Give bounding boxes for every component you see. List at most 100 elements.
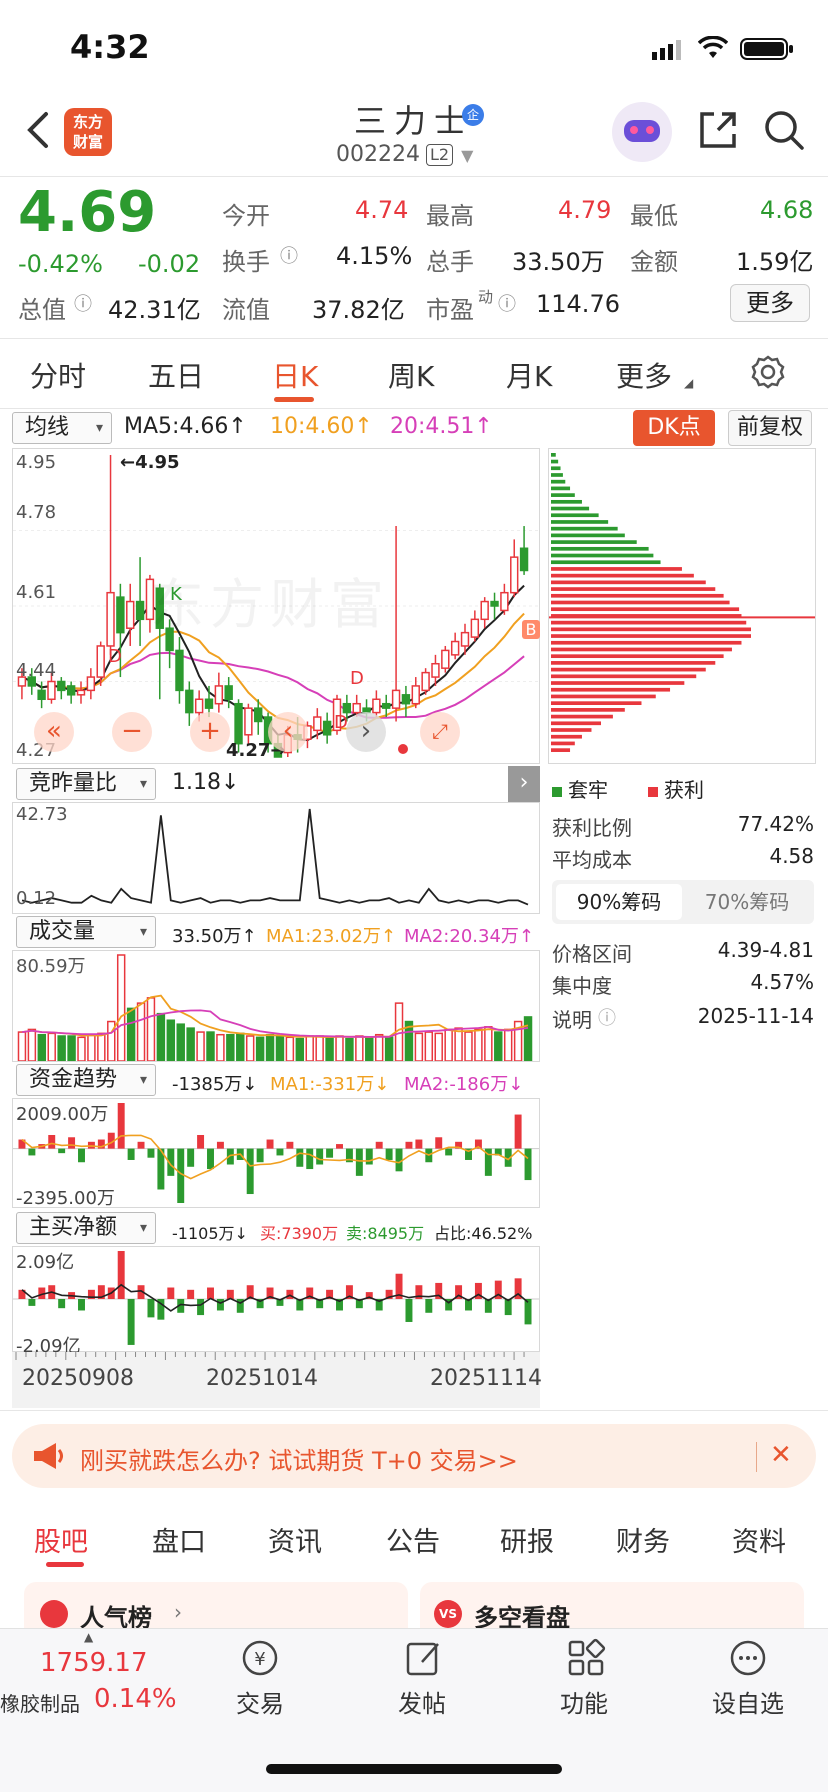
header-divider (0, 176, 828, 177)
volume-chart (12, 950, 540, 1062)
fund-trend-bar (256, 1148, 264, 1163)
net-buy-bar (286, 1289, 294, 1299)
net-buy-bar (405, 1299, 413, 1322)
tab-finance[interactable]: 财务 (616, 1520, 670, 1559)
assistant-avatar[interactable] (612, 102, 672, 162)
candle-body (460, 631, 470, 647)
tab-weekly-k[interactable]: 周K (388, 355, 434, 395)
volume-bar (126, 1007, 136, 1062)
volume-select[interactable]: 成交量 (16, 916, 156, 948)
ma20-value: 20:4.51↑ (390, 414, 493, 439)
dk-point-button[interactable]: DK点 (633, 410, 715, 446)
index-value[interactable]: 1759.17 (40, 1648, 148, 1678)
concentration-value: 4.57% (750, 970, 814, 994)
tab-minute[interactable]: 分时 (30, 355, 86, 395)
info-icon[interactable]: ⓘ (498, 290, 516, 316)
trade-label[interactable]: 交易 (210, 1684, 310, 1719)
promo-text[interactable]: 刚买就跌怎么办? 试试期货 T+0 交易>> (80, 1441, 518, 1476)
volume-bar (345, 1037, 354, 1062)
net-buy-select[interactable]: 主买净额 (16, 1212, 156, 1244)
volume-bar (285, 1036, 295, 1062)
ma-indicator-select[interactable]: 均线 (12, 412, 112, 444)
jzlb-select[interactable]: 竞昨量比 (16, 768, 156, 800)
fund-trend-select[interactable]: 资金趋势 (16, 1064, 156, 1096)
fund-trend-bar (147, 1148, 155, 1158)
zoom-out-icon[interactable]: − (112, 712, 152, 752)
corner-arrow-icon: ◢ (684, 376, 694, 390)
chip-bar (551, 567, 682, 571)
more-button[interactable]: 更多 (730, 284, 810, 322)
tab-monthly-k[interactable]: 月K (506, 355, 552, 395)
chip-bar (551, 687, 671, 692)
function-icon[interactable] (564, 1636, 608, 1680)
fund-trend-bar (405, 1141, 413, 1149)
fund-trend-bar (514, 1114, 522, 1149)
tab-chip-70[interactable]: 70%筹码 (684, 884, 810, 920)
fund-trend-bar (137, 1141, 145, 1149)
megaphone-icon (30, 1440, 66, 1472)
tab-news[interactable]: 资讯 (268, 1520, 322, 1559)
candle-body (96, 645, 105, 678)
trade-icon[interactable]: ¥ (238, 1636, 282, 1680)
avg-cost-label: 平均成本 (552, 848, 632, 872)
close-icon[interactable]: ✕ (770, 1440, 792, 1470)
ma10-value: 10:4.60↑ (270, 414, 373, 439)
more-icon[interactable] (726, 1636, 770, 1680)
tab-profile[interactable]: 资料 (732, 1520, 786, 1559)
collapse-panel-button[interactable]: › (508, 766, 540, 802)
chip-bar (551, 647, 732, 652)
tab-order-book[interactable]: 盘口 (152, 1520, 206, 1559)
chip-bar (551, 587, 716, 591)
y-label-1: 4.78 (16, 502, 57, 523)
net-buy-bar (504, 1299, 512, 1316)
stock-code[interactable]: 002224 L2 ▼ (336, 142, 473, 167)
fund-trend-bar (187, 1148, 195, 1167)
volume-value: 33.50万↑ (172, 926, 257, 947)
candle-body (510, 556, 519, 594)
chip-bar (551, 714, 613, 719)
settings-icon[interactable] (750, 354, 786, 390)
tab-announcements[interactable]: 公告 (386, 1520, 440, 1559)
x-date-2: 20251114 (430, 1366, 542, 1391)
candle-body (234, 702, 243, 745)
float-value-label: 流值 (222, 296, 270, 324)
volume-bar (47, 1032, 56, 1062)
amount-label: 金额 (630, 248, 678, 276)
up-arrow-icon: ▲ (84, 1630, 94, 1644)
net-buy-bar (197, 1299, 205, 1316)
scroll-left-icon[interactable]: « (34, 712, 74, 752)
total-value-label: 总值 (18, 296, 66, 324)
post-icon[interactable] (402, 1636, 446, 1680)
prev-icon[interactable]: ‹ (268, 712, 308, 752)
post-label[interactable]: 发帖 (372, 1684, 472, 1719)
tab-chip-90[interactable]: 90%筹码 (556, 884, 682, 920)
share-icon[interactable] (696, 108, 740, 152)
info-icon[interactable]: ⓘ (74, 290, 92, 316)
function-label[interactable]: 功能 (534, 1684, 634, 1719)
tab-more[interactable]: 更多 (616, 355, 672, 395)
add-watchlist-label[interactable]: 设自选 (698, 1684, 798, 1719)
zoom-in-icon[interactable]: + (190, 712, 230, 752)
candle-body (500, 591, 509, 612)
legend-profit: 获利 (648, 774, 704, 803)
volume-bar (265, 1033, 275, 1062)
k-mark: K (170, 584, 182, 605)
net-buy-bar (425, 1299, 433, 1313)
tab-research[interactable]: 研报 (500, 1520, 554, 1559)
candle-body (194, 698, 204, 714)
adjust-mode-button[interactable]: 前复权 (728, 410, 812, 446)
fund-trend-bar (385, 1148, 393, 1160)
x-date-0: 20250908 (22, 1366, 134, 1391)
info-icon[interactable]: ⓘ (598, 1004, 616, 1030)
candle-body (244, 707, 253, 736)
tab-five-day[interactable]: 五日 (148, 355, 204, 395)
fullscreen-icon[interactable]: ⤢ (420, 712, 460, 752)
open-label: 今开 (222, 202, 270, 230)
search-icon[interactable] (762, 108, 806, 152)
next-icon[interactable]: › (346, 712, 386, 752)
tab-daily-k[interactable]: 日K (272, 355, 318, 395)
info-icon[interactable]: ⓘ (280, 242, 298, 268)
tab-forum[interactable]: 股吧 (34, 1520, 88, 1559)
candle-body (175, 649, 184, 692)
fund-trend-bar (48, 1134, 56, 1149)
